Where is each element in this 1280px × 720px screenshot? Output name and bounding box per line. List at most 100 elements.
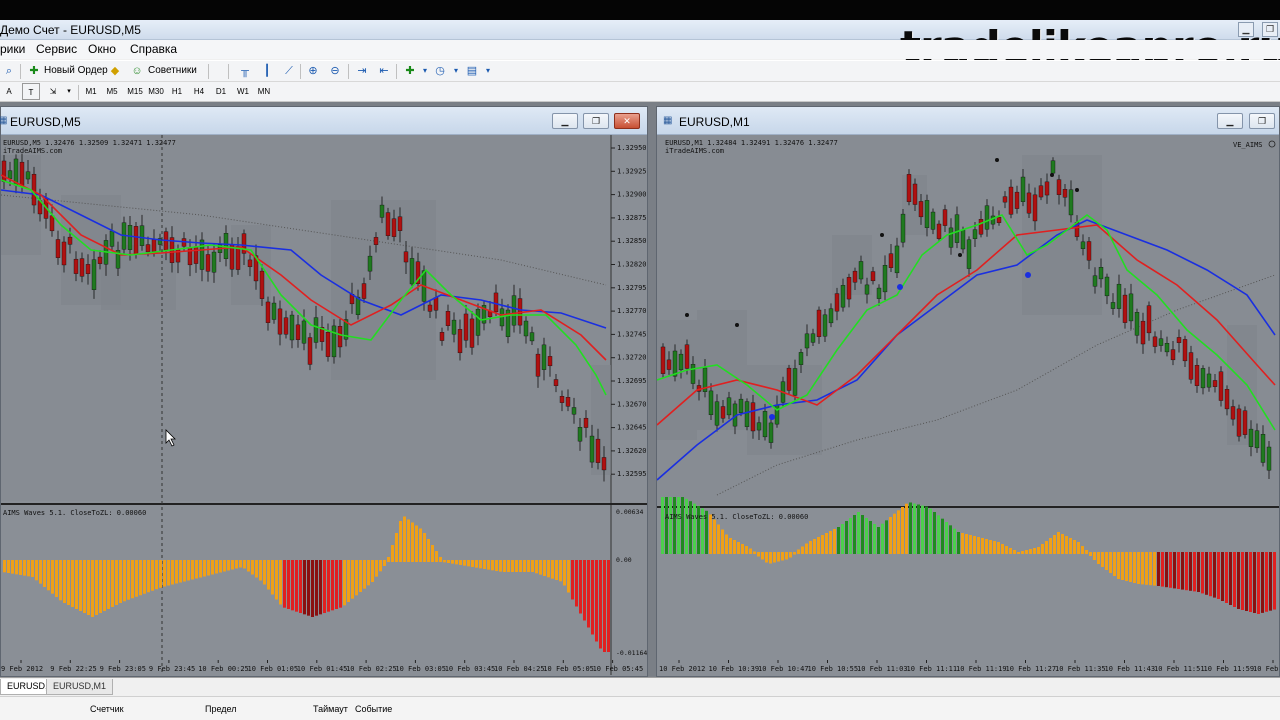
osc-bar: [223, 560, 226, 572]
candle: [235, 246, 241, 270]
autoscroll-icon[interactable]: ⇥: [355, 64, 369, 78]
zoom-icon[interactable]: ⌕: [2, 64, 16, 78]
candle: [403, 251, 409, 263]
candle: [888, 253, 894, 268]
candle: [295, 324, 301, 340]
price-tick-label: 1.32900: [617, 191, 647, 199]
close-icon[interactable]: ✕: [614, 113, 640, 129]
time-axis: 10 Feb 2012 10 Feb 10:3910 Feb 10:4710 Fe…: [659, 660, 1278, 673]
candle: [529, 332, 535, 342]
zoom-out-icon[interactable]: ⊖: [328, 64, 342, 78]
candle: [463, 313, 469, 341]
timeframe-w1[interactable]: W1: [234, 83, 252, 100]
timeframe-d1[interactable]: D1: [212, 83, 230, 100]
line-chart-icon[interactable]: ⟋: [282, 64, 296, 78]
osc-bar: [347, 560, 350, 602]
osc-bar: [1205, 552, 1208, 595]
status-counter: Счетчик: [90, 704, 124, 714]
osc-bar: [283, 560, 286, 608]
candle: [259, 270, 265, 299]
chart-canvas[interactable]: EURUSD,M5 1.32476 1.32509 1.32471 1.3247…: [1, 135, 647, 676]
timeframe-h1[interactable]: H1: [168, 83, 186, 100]
candle: [966, 239, 972, 269]
chart-info: EURUSD,M5 1.32476 1.32509 1.32471 1.3247…: [3, 139, 176, 147]
chart-window-titlebar[interactable]: ▦ EURUSD,M1 ▁ ❐: [657, 107, 1279, 135]
osc-bar: [167, 560, 170, 586]
minimize-icon[interactable]: ▁: [552, 113, 578, 129]
candle: [738, 398, 744, 413]
indicators-icon[interactable]: ✚: [403, 64, 417, 78]
templates-icon[interactable]: ▤: [465, 64, 479, 78]
chart-window-eurusd-m1[interactable]: ▦ EURUSD,M1 ▁ ❐ EURUSD,M1 1.32484 1.3249…: [656, 106, 1280, 677]
candle: [960, 229, 966, 250]
osc-bar: [877, 527, 880, 554]
osc-bar: [1053, 535, 1056, 554]
candle: [1236, 408, 1242, 437]
osc-bar: [255, 560, 258, 578]
candle: [289, 314, 295, 341]
minimize-icon[interactable]: ▁: [1217, 113, 1243, 129]
osc-bar: [435, 551, 438, 562]
chart-window-eurusd-m5[interactable]: ▦ EURUSD,M5 ▁ ❐ ✕ EURUSD,M5 1.32476 1.32…: [0, 106, 648, 677]
timeframe-m5[interactable]: M5: [103, 83, 121, 100]
time-tick-label: 10 Feb 05:05: [543, 665, 594, 673]
osc-bar: [547, 560, 550, 578]
standard-toolbar: ⌕ ✚ Новый Ордер ◆ ☺ Советники ╥ ┃ ⟋ ⊕ ⊖ …: [0, 60, 1280, 82]
meta-editor-icon[interactable]: ◆: [108, 64, 122, 78]
restore-icon[interactable]: ❐: [1249, 113, 1275, 129]
new-order-icon[interactable]: ✚: [27, 64, 41, 78]
tab-eurusd-m1[interactable]: EURUSD,M1: [46, 679, 114, 695]
osc-bar: [479, 560, 482, 569]
candle: [1050, 160, 1056, 174]
timeframe-m1[interactable]: M1: [82, 83, 100, 100]
time-tick-label: 10 Feb 11:35: [1055, 665, 1106, 673]
session-box: [331, 200, 436, 380]
candle: [379, 204, 385, 218]
experts-icon[interactable]: ☺: [130, 64, 144, 78]
osc-bar: [103, 560, 106, 611]
candle: [307, 337, 313, 365]
menu-service[interactable]: Сервис: [36, 42, 77, 56]
candle: [1098, 267, 1104, 280]
candle-chart-icon[interactable]: ┃: [260, 64, 274, 78]
experts-button[interactable]: Советники: [148, 62, 197, 80]
menu-charts[interactable]: рики: [0, 42, 25, 56]
candle: [409, 258, 415, 285]
osc-bar: [531, 560, 534, 572]
chart-canvas[interactable]: EURUSD,M1 1.32484 1.32491 1.32476 1.3247…: [657, 135, 1279, 676]
restore-icon[interactable]: ❐: [583, 113, 609, 129]
candle: [7, 170, 13, 179]
candle: [1086, 241, 1092, 261]
new-order-button[interactable]: Новый Ордер: [44, 62, 108, 80]
top-black-strip: [0, 0, 1280, 20]
osc-bar: [961, 533, 964, 554]
chevron-down-icon[interactable]: ▾: [418, 64, 432, 78]
candle: [690, 364, 696, 384]
zoom-in-icon[interactable]: ⊕: [306, 64, 320, 78]
osc-bar: [897, 510, 900, 554]
osc-bar: [363, 560, 366, 589]
menu-help[interactable]: Справка: [130, 42, 177, 56]
osc-bar: [471, 560, 474, 567]
chart-window-titlebar[interactable]: ▦ EURUSD,M5 ▁ ❐ ✕: [0, 107, 647, 135]
chart-shift-icon[interactable]: ⇤: [377, 64, 391, 78]
candle: [85, 264, 91, 274]
candle: [1248, 428, 1254, 447]
label-tool-icon[interactable]: T: [22, 83, 40, 100]
timeframe-mn[interactable]: MN: [255, 83, 273, 100]
text-tool-icon[interactable]: A: [0, 83, 18, 100]
timeframe-m15[interactable]: M15: [125, 83, 145, 100]
timeframe-h4[interactable]: H4: [190, 83, 208, 100]
chevron-down-icon[interactable]: ▾: [60, 83, 78, 100]
timeframe-m30[interactable]: M30: [146, 83, 166, 100]
candle: [199, 239, 205, 270]
bar-chart-icon[interactable]: ╥: [238, 64, 252, 78]
osc-bar: [135, 560, 138, 597]
osc-bar: [665, 497, 668, 554]
osc-bar: [805, 543, 808, 554]
osc-bar: [239, 560, 242, 568]
chevron-down-icon[interactable]: ▾: [481, 64, 495, 78]
periods-clock-icon[interactable]: ◷: [433, 64, 447, 78]
menu-window[interactable]: Окно: [88, 42, 116, 56]
chevron-down-icon[interactable]: ▾: [449, 64, 463, 78]
